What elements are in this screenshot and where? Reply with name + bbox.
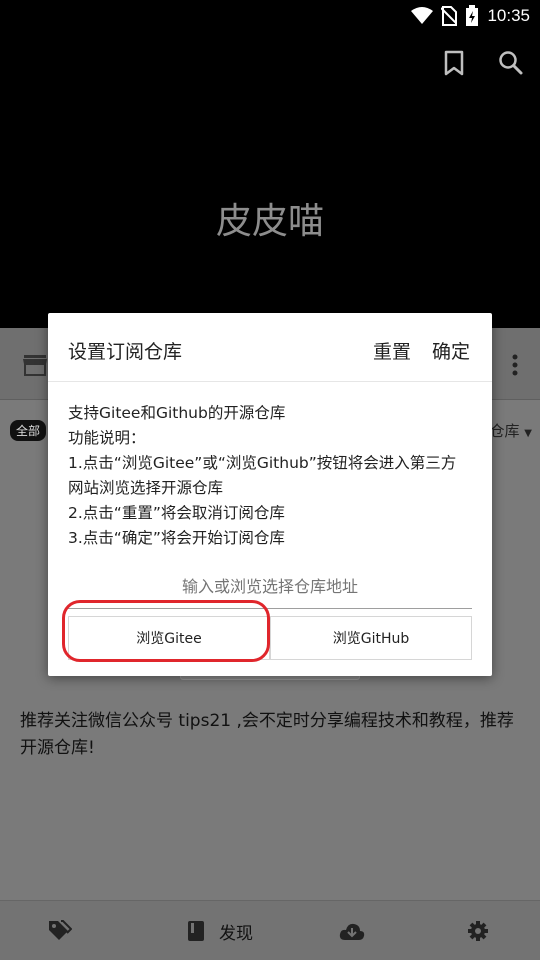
repo-dropdown[interactable]: 仓库 ▼ xyxy=(490,420,533,441)
tags-icon xyxy=(49,920,72,940)
description-line: 2.点击“重置”将会取消订阅仓库 xyxy=(68,504,285,522)
nav-tags[interactable] xyxy=(20,901,100,960)
nav-download[interactable] xyxy=(312,901,392,960)
caret-down-icon: ▼ xyxy=(524,428,532,439)
subscribe-repo-dialog: 设置订阅仓库 重置 确定 支持Gitee和Github的开源仓库 功能说明： 1… xyxy=(48,313,492,676)
dialog-title: 设置订阅仓库 xyxy=(68,341,183,363)
recommend-text: 推荐关注微信公众号 tips21 ,会不定时分享编程技术和教程，推荐开源仓库! xyxy=(20,711,514,758)
bookmark-icon[interactable] xyxy=(443,50,465,76)
reset-button[interactable]: 重置 xyxy=(373,337,411,364)
battery-charging-icon xyxy=(466,5,479,26)
dialog-divider xyxy=(48,381,492,382)
book-icon xyxy=(188,921,204,941)
search-icon[interactable] xyxy=(498,50,524,76)
status-bar: 10:35 xyxy=(0,0,540,32)
browse-gitee-button[interactable]: 浏览Gitee xyxy=(68,616,270,660)
bottom-nav: 发现 xyxy=(0,900,540,960)
store-icon[interactable] xyxy=(22,354,48,376)
no-sim-icon xyxy=(441,6,458,26)
nav-settings[interactable] xyxy=(438,901,518,960)
more-vert-icon[interactable] xyxy=(512,354,518,376)
browse-github-button[interactable]: 浏览GitHub xyxy=(270,616,472,660)
dialog-description: 支持Gitee和Github的开源仓库 功能说明： 1.点击“浏览Gitee”或… xyxy=(68,401,478,551)
nav-discover-label: 发现 xyxy=(219,923,253,944)
confirm-button[interactable]: 确定 xyxy=(432,337,470,364)
clock: 10:35 xyxy=(487,6,530,25)
app-title: 皮皮喵 xyxy=(215,201,324,242)
description-line: 1.点击“浏览Gitee”或“浏览Github”按钮将会进入第三方 xyxy=(68,454,457,472)
cloud-download-icon xyxy=(339,923,365,940)
description-line: 支持Gitee和Github的开源仓库 xyxy=(68,404,286,422)
app-header: 皮皮喵 xyxy=(0,32,540,328)
description-line: 网站浏览选择开源仓库 xyxy=(68,479,224,497)
description-line: 3.点击“确定”将会开始订阅仓库 xyxy=(68,529,285,547)
repo-dropdown-label: 仓库 xyxy=(489,422,520,440)
description-line: 功能说明： xyxy=(68,429,146,447)
gear-icon xyxy=(468,921,488,941)
repo-url-input[interactable] xyxy=(68,565,472,609)
filter-chip-all[interactable]: 全部 xyxy=(10,420,47,441)
nav-discover[interactable]: 发现 xyxy=(160,901,280,960)
wifi-icon xyxy=(411,7,434,24)
status-icons: 10:35 xyxy=(411,4,530,28)
